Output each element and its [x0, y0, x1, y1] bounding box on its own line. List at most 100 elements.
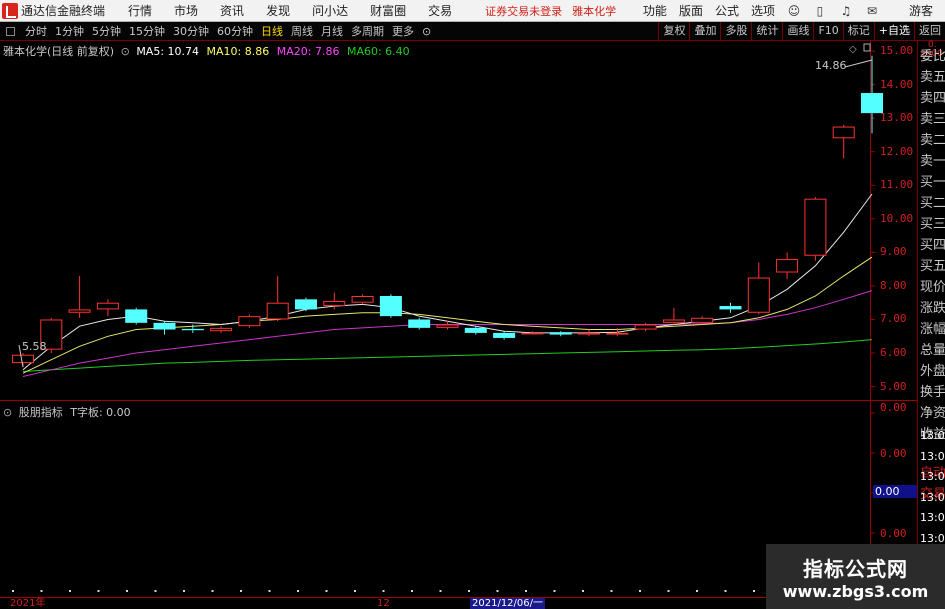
time-tick [496, 590, 499, 592]
ma5-line [22, 193, 873, 371]
legend-toggle-icon[interactable]: ⊙ [121, 45, 130, 58]
time-tick [154, 590, 157, 592]
time-tick [610, 590, 613, 592]
side-panel-item: 卖三 [920, 112, 945, 127]
candle-body-up [662, 319, 685, 323]
y-axis-label: 12.00 [880, 144, 914, 158]
time-tick [724, 590, 727, 592]
candle-body-up [521, 332, 544, 335]
chart-diamond-icon: ◇ [849, 44, 857, 55]
time-label-cursor: 2021/12/06/一 [470, 598, 546, 609]
y-axis-label: 7.00 [880, 312, 907, 326]
candle-body-down [295, 299, 317, 310]
side-panel-item: 换手 [920, 385, 945, 400]
time-tick [639, 590, 641, 592]
sub-current-value: 0.00 [873, 485, 917, 498]
candle-body-up [323, 301, 346, 307]
candle-body-down [153, 322, 176, 330]
candle-body-up [96, 302, 119, 310]
chart-title: 雅本化学(日线 前复权) [3, 45, 115, 58]
side-panel-item: 委比 [920, 49, 945, 64]
sub-y-axis-label: 0.00 [880, 527, 907, 540]
y-axis-label: 13.00 [880, 111, 914, 125]
indicator-value: T字板: 0.00 [70, 406, 131, 419]
side-panel-item: 13:00 [920, 429, 945, 442]
time-tick [667, 590, 670, 592]
high-price-label: 14.86 [815, 59, 847, 72]
candle-body-down [464, 327, 487, 333]
candle-body-up [691, 317, 714, 323]
candle-body-up [210, 327, 233, 332]
candle-body-up [436, 324, 459, 328]
chart-canvas[interactable]: ◇ [0, 0, 917, 598]
candle-body-up [68, 309, 91, 313]
time-tick [211, 590, 214, 592]
time-tick [183, 590, 185, 592]
time-tick [354, 590, 356, 592]
side-panel-item: 外盘 [920, 364, 945, 379]
side-panel-item: 13:00 [920, 449, 945, 463]
candle-body-up [634, 324, 657, 330]
candle-body-up [747, 277, 770, 313]
side-panel-item: 涨幅 [920, 322, 945, 337]
time-tick [325, 590, 328, 592]
time-label-year: 2021年 [10, 598, 46, 609]
sub-chart-legend: ⊙ 股朋指标 T字板: 0.00 [3, 404, 131, 420]
candle-body-down [379, 295, 402, 317]
time-tick [40, 590, 43, 592]
side-panel-item: 净资 [920, 406, 945, 421]
ma60-label: MA60: 6.40 [346, 45, 410, 58]
candle-body-down [408, 319, 431, 328]
time-label-month: 12 [377, 598, 390, 609]
ma20-label: MA20: 7.86 [276, 45, 340, 58]
y-axis-label: 11.00 [880, 178, 914, 192]
y-axis-label: 15.00 [880, 44, 914, 58]
y-axis-label: 9.00 [880, 245, 907, 259]
time-tick [582, 590, 584, 592]
candle-body-down [719, 306, 742, 310]
time-tick [525, 590, 527, 592]
side-panel-item: 卖二 [920, 133, 945, 148]
candle-body-up [606, 332, 629, 335]
side-panel-item: 13:00 [920, 470, 945, 483]
side-panel-item: 买四 [920, 238, 945, 253]
tool-back[interactable]: 返回 [914, 22, 945, 40]
y-axis-label: 14.00 [880, 77, 914, 91]
main-chart-legend: 雅本化学(日线 前复权) ⊙ MA5: 10.74 MA10: 8.86 MA2… [3, 43, 410, 59]
y-axis-label: 5.00 [880, 379, 907, 393]
candle-body-up [578, 332, 600, 335]
side-panel-item: 13:00 [920, 531, 945, 545]
time-tick [126, 590, 128, 592]
ma60-line [22, 339, 873, 372]
time-tick [753, 590, 755, 592]
y-axis-label: 8.00 [880, 278, 907, 292]
candle-body-up [776, 259, 799, 273]
time-axis: 2021年 12 2021/12/06/一 [0, 598, 766, 609]
time-tick [411, 590, 413, 592]
time-tick [553, 590, 556, 592]
ma5-label: MA5: 10.74 [136, 45, 200, 58]
watermark-title: 指标公式网 [803, 556, 908, 581]
time-tick [382, 590, 385, 592]
high-pointer [844, 59, 873, 68]
candle-body-up [804, 198, 827, 256]
time-tick [696, 590, 698, 592]
time-tick [69, 590, 71, 592]
side-panel-item: 13:00 [920, 490, 945, 504]
side-panel-item: 13:00 [920, 511, 945, 524]
candle-body-down [181, 328, 204, 331]
quote-side-panel: 0. 1000 委比 卖五 卖四 卖三 卖二 卖一 买一 买二 买三 买四 买五 现价 涨跌 涨幅 总量 外盘… [917, 41, 945, 609]
time-tick [297, 590, 299, 592]
side-panel-item: 卖四 [920, 91, 945, 106]
side-panel-item: 总量 [920, 343, 945, 358]
time-tick [97, 590, 100, 592]
side-panel-item: 卖五 [920, 70, 945, 85]
sub-y-axis-label: 0.00 [880, 401, 907, 414]
sub-y-axis-label: 0.00 [880, 447, 907, 460]
side-panel-item: 卖一 [920, 154, 945, 169]
time-tick [12, 590, 14, 592]
side-panel-item: 买五 [920, 259, 945, 274]
ma10-label: MA10: 8.86 [206, 45, 270, 58]
candle-body-down [861, 93, 883, 114]
sub-legend-toggle-icon[interactable]: ⊙ [3, 406, 12, 419]
